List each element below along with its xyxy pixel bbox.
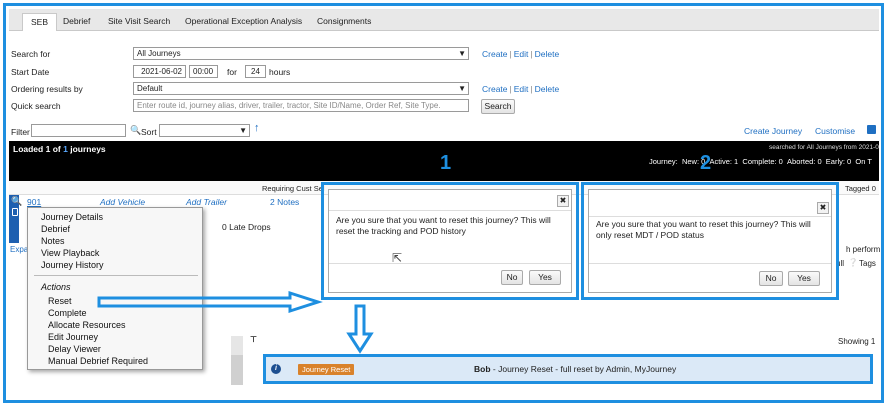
close-icon[interactable]: ✖: [557, 195, 569, 207]
dialog-divider: [329, 210, 571, 211]
annotation-arrow-down: [346, 304, 374, 354]
dialog-divider: [329, 263, 571, 264]
annotation-number-2: 2: [700, 152, 712, 174]
annotation-number-1: 1: [440, 152, 452, 174]
reset-event-text: Bob - Journey Reset - full reset by Admi…: [474, 364, 677, 374]
journey-reset-badge: Journey Reset: [298, 364, 355, 375]
dialog-message: Are you sure that you want to reset this…: [336, 215, 551, 236]
no-button[interactable]: No: [501, 270, 523, 285]
dialog-divider: [589, 263, 831, 264]
dialog-2-highlight: ✖ Are you sure that you want to reset th…: [581, 182, 839, 300]
yes-button[interactable]: Yes: [788, 271, 820, 286]
dialog-divider: [589, 216, 831, 217]
close-icon[interactable]: ✖: [817, 202, 829, 214]
journey-reset-event-row: i Journey Reset Bob - Journey Reset - fu…: [263, 354, 873, 384]
dialog-message: Are you sure that you want to reset this…: [596, 219, 811, 240]
info-icon: i: [271, 364, 281, 374]
dialog-1-highlight: ✖ Are you sure that you want to reset th…: [321, 182, 579, 300]
yes-button[interactable]: Yes: [529, 270, 561, 285]
annotation-arrow-right: [97, 290, 323, 314]
no-button[interactable]: No: [759, 271, 783, 286]
reset-confirm-dialog-2: ✖ Are you sure that you want to reset th…: [588, 189, 832, 293]
reset-confirm-dialog-1: ✖ Are you sure that you want to reset th…: [328, 189, 572, 293]
